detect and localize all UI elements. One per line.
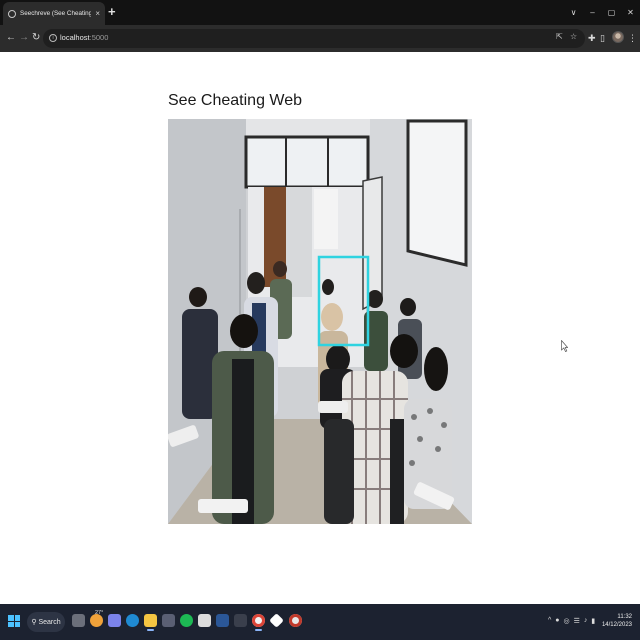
url-host: localhost xyxy=(60,33,90,42)
new-tab-button[interactable]: + xyxy=(108,5,116,18)
info-icon[interactable]: i xyxy=(49,34,57,42)
edge-icon[interactable] xyxy=(126,614,139,627)
taskbar: ⚲ Search 27° ^ ● ◎ ☰ ♪ ▮ 11:32 14/12/202… xyxy=(0,604,640,640)
window-controls: ∨ – ▢ ✕ xyxy=(564,0,640,25)
word-icon[interactable] xyxy=(216,614,229,627)
page-title: See Cheating Web xyxy=(168,92,303,109)
clock-time: 11:32 xyxy=(617,614,632,620)
url-port: :5000 xyxy=(89,33,109,42)
mouse-cursor-icon xyxy=(561,340,568,352)
minimize-button[interactable]: – xyxy=(583,8,602,17)
tab-active[interactable]: Seechreve (See Cheating Web) × xyxy=(3,2,105,25)
taskbar-search-label: Search xyxy=(38,618,61,626)
chat-icon[interactable] xyxy=(108,614,121,627)
git-icon[interactable] xyxy=(289,614,302,627)
close-window-button[interactable]: ✕ xyxy=(621,8,640,17)
vscode-icon[interactable] xyxy=(269,613,284,628)
maximize-button[interactable]: ▢ xyxy=(602,8,621,17)
tab-strip: Seechreve (See Cheating Web) × + ∨ – ▢ ✕ xyxy=(0,0,640,25)
globe-icon xyxy=(8,9,16,18)
back-arrow-icon[interactable]: ← xyxy=(6,32,16,44)
side-panel-icon[interactable]: ▯ xyxy=(600,32,605,44)
close-tab-icon[interactable]: × xyxy=(95,9,100,18)
language-icon[interactable]: ◎ xyxy=(564,617,570,625)
puzzle-icon[interactable]: ✚ xyxy=(588,32,596,44)
tab-title: Seechreve (See Cheating Web) xyxy=(20,10,92,17)
star-icon[interactable]: ☆ xyxy=(570,32,577,41)
spotify-icon[interactable] xyxy=(180,614,193,627)
weather-temperature: 27° xyxy=(95,610,104,616)
address-bar[interactable]: i localhost:5000 ⇱ ☆ xyxy=(43,29,585,48)
tray-chevron-icon[interactable]: ^ xyxy=(548,617,551,625)
volume-icon[interactable]: ♪ xyxy=(584,617,588,625)
system-clock[interactable]: 11:32 14/12/2023 xyxy=(602,613,632,629)
search-icon: ⚲ xyxy=(31,619,37,626)
taskbar-search[interactable]: ⚲ Search xyxy=(27,612,65,632)
chrome-icon[interactable] xyxy=(252,614,265,631)
store-icon[interactable] xyxy=(162,614,175,627)
browser-toolbar: ← → ↻ i localhost:5000 ⇱ ☆ ✚ ▯ ⋮ xyxy=(0,25,640,52)
page-content: See Cheating Web xyxy=(0,52,640,604)
classroom-image xyxy=(168,119,472,524)
reload-icon[interactable]: ↻ xyxy=(32,32,40,44)
terminal-icon[interactable] xyxy=(234,614,247,627)
kebab-menu-icon[interactable]: ⋮ xyxy=(628,32,637,44)
video-feed xyxy=(168,119,472,524)
share-icon[interactable]: ⇱ xyxy=(556,32,563,41)
wifi-icon[interactable]: ☰ xyxy=(574,617,580,625)
avatar[interactable] xyxy=(612,31,624,43)
file-explorer-icon[interactable] xyxy=(144,614,157,631)
battery-icon[interactable]: ▮ xyxy=(591,617,595,625)
tray-app-icon[interactable]: ● xyxy=(555,617,559,625)
calculator-icon[interactable] xyxy=(198,614,211,627)
clock-date: 14/12/2023 xyxy=(601,622,632,628)
system-tray: ^ ● ◎ ☰ ♪ ▮ xyxy=(548,617,595,625)
tab-search-button[interactable]: ∨ xyxy=(564,8,583,17)
forward-arrow-icon[interactable]: → xyxy=(19,32,29,44)
task-view-icon[interactable] xyxy=(72,614,85,627)
windows-start-icon[interactable] xyxy=(8,615,20,627)
url-text[interactable]: localhost:5000 xyxy=(60,33,108,42)
